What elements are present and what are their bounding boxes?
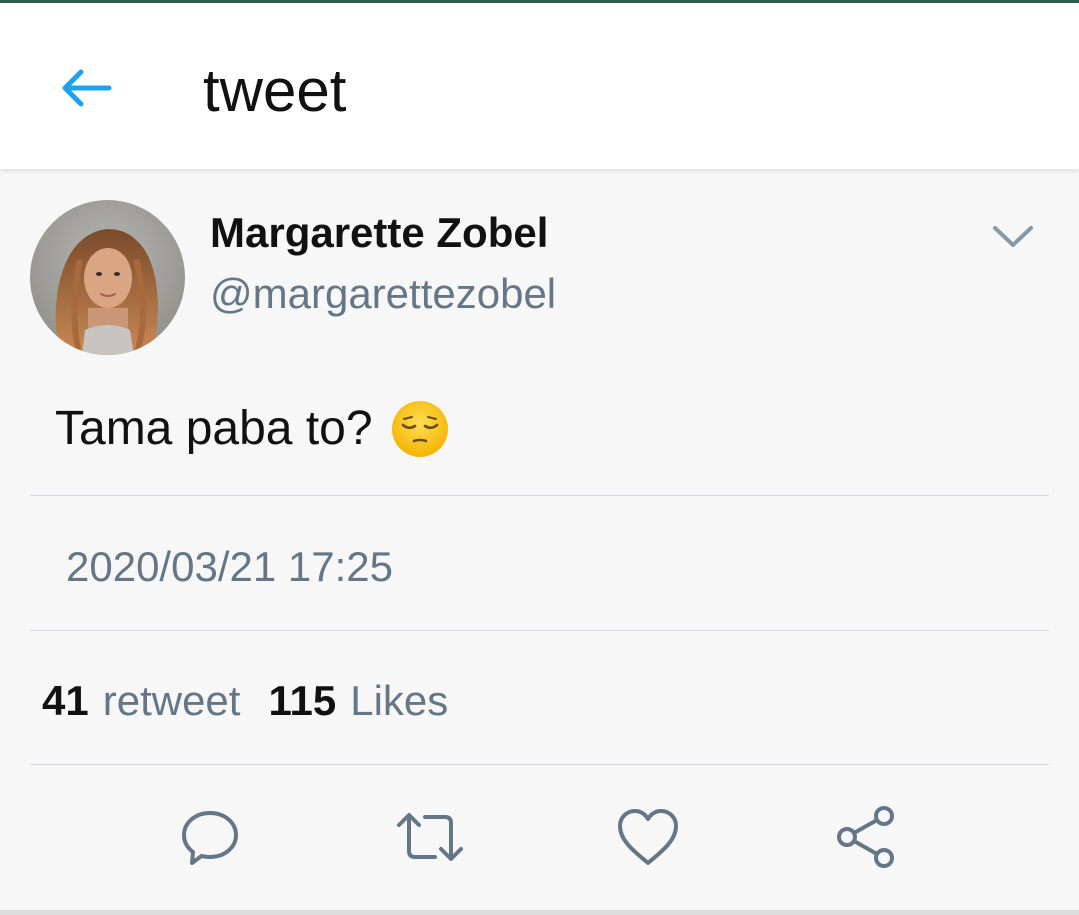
tweet-stats: 41 retweet 115 Likes bbox=[42, 674, 448, 728]
heart-icon bbox=[618, 809, 678, 865]
retweet-label: retweet bbox=[102, 677, 241, 724]
back-arrow-icon bbox=[62, 69, 112, 107]
more-options-button[interactable] bbox=[985, 215, 1041, 259]
app-header: tweet bbox=[0, 3, 1079, 169]
divider bbox=[30, 630, 1049, 631]
share-button[interactable] bbox=[832, 802, 902, 872]
profile-photo bbox=[30, 200, 185, 355]
page-title: tweet bbox=[203, 57, 347, 124]
tweet-timestamp: 2020/03/21 17:25 bbox=[66, 543, 393, 590]
divider bbox=[30, 495, 1049, 496]
likes-stat[interactable]: 115 Likes bbox=[268, 674, 448, 728]
share-icon bbox=[837, 806, 894, 868]
tweet-body: Tama paba to? bbox=[55, 398, 449, 460]
tweet-text: Tama paba to? bbox=[55, 402, 373, 455]
divider bbox=[30, 764, 1049, 765]
retweet-stat[interactable]: 41 retweet bbox=[42, 674, 240, 728]
likes-label: Likes bbox=[350, 677, 449, 724]
retweet-button[interactable] bbox=[395, 802, 465, 872]
likes-count: 115 bbox=[268, 677, 337, 724]
avatar[interactable] bbox=[30, 200, 185, 355]
display-name[interactable]: Margarette Zobel bbox=[210, 208, 548, 258]
bottom-edge bbox=[0, 910, 1079, 915]
reply-icon bbox=[182, 811, 238, 865]
chevron-down-icon bbox=[993, 226, 1033, 247]
retweet-icon bbox=[397, 813, 463, 861]
reply-button[interactable] bbox=[175, 802, 245, 872]
retweet-count: 41 bbox=[42, 677, 89, 724]
like-button[interactable] bbox=[613, 802, 683, 872]
user-handle[interactable]: @margarettezobel bbox=[210, 268, 556, 320]
back-button[interactable] bbox=[50, 58, 120, 118]
pensive-face-emoji-icon bbox=[391, 400, 449, 458]
